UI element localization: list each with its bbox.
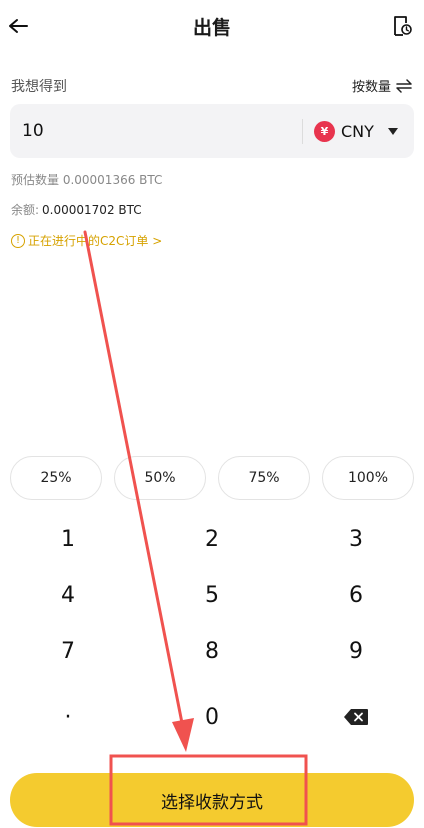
select-payment-method-button[interactable]: 选择收款方式: [10, 773, 414, 827]
want-label: 我想得到: [11, 79, 67, 95]
input-divider: [302, 119, 303, 144]
percent-50-button[interactable]: 50%: [114, 456, 206, 500]
backspace-key[interactable]: [306, 692, 406, 742]
key-0[interactable]: 0: [162, 692, 262, 742]
switch-by-quantity-button[interactable]: 按数量: [352, 76, 412, 95]
percent-buttons-row: 25% 50% 75% 100%: [10, 456, 414, 500]
amount-input[interactable]: [22, 104, 292, 158]
by-quantity-label: 按数量: [351, 80, 391, 95]
balance-label: 余额:: [11, 203, 40, 217]
key-5[interactable]: 5: [162, 570, 262, 620]
key-3[interactable]: 3: [306, 514, 406, 564]
c2c-orders-link[interactable]: ! 正在进行中的C2C订单 >: [11, 232, 162, 249]
currency-code: CNY: [341, 121, 374, 141]
percent-100-button[interactable]: 100%: [322, 456, 414, 500]
balance-value: 0.00001702 BTC: [42, 203, 142, 217]
key-1[interactable]: 1: [18, 514, 118, 564]
cny-currency-icon: ¥: [314, 120, 335, 142]
percent-25-button[interactable]: 25%: [10, 456, 102, 500]
key-4[interactable]: 4: [18, 570, 118, 620]
balance-row: 余额: 0.00001702 BTC: [11, 201, 142, 218]
order-history-icon[interactable]: [390, 14, 414, 38]
percent-75-button[interactable]: 75%: [218, 456, 310, 500]
c2c-orders-label: 正在进行中的C2C订单 >: [28, 234, 163, 248]
key-7[interactable]: 7: [18, 626, 118, 676]
key-9[interactable]: 9: [306, 626, 406, 676]
key-8[interactable]: 8: [162, 626, 262, 676]
page-title: 出售: [192, 17, 231, 39]
currency-selector[interactable]: ¥ CNY: [314, 104, 410, 158]
warning-icon: !: [11, 233, 25, 248]
backspace-icon: [344, 709, 368, 725]
caret-down-icon: [387, 127, 398, 135]
key-decimal[interactable]: ·: [18, 692, 118, 742]
amount-input-box: ¥ CNY: [10, 104, 414, 158]
key-6[interactable]: 6: [306, 570, 406, 620]
key-2[interactable]: 2: [162, 514, 262, 564]
swap-icon: [396, 78, 412, 93]
header-bar: 出售: [0, 0, 424, 52]
estimated-quantity: 预估数量 0.00001366 BTC: [11, 173, 163, 187]
